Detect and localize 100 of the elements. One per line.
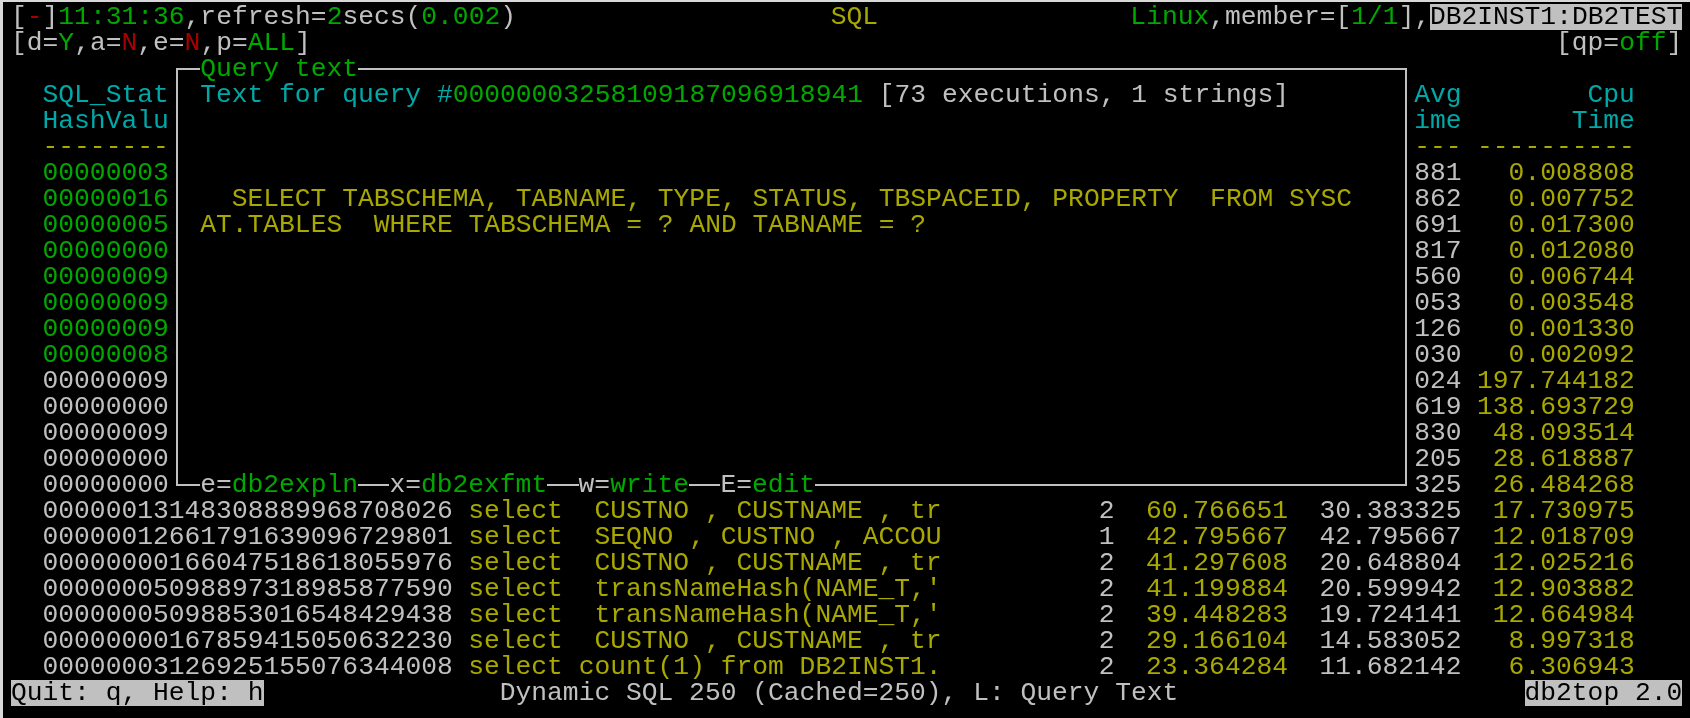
column-header: Time [1571,108,1635,134]
table-cell: 560 [1414,264,1462,290]
table-cell: 00000013148308889968708026 [42,498,453,524]
column-header: Cpu [1587,82,1635,108]
table-cell: 691 [1414,212,1462,238]
column-header: Avg [1414,82,1462,108]
table-cell: 20.648804 [1319,550,1462,576]
table-cell: 20.599942 [1319,576,1462,602]
table-cell: 00000012661791639096729801 [42,524,453,550]
column-header: HashValu [42,108,169,134]
table-cell: 12.025216 [1492,550,1635,576]
table-cell: 00000005098897318985877590 [42,576,453,602]
table-cell: 00000005 [42,212,169,238]
query-text: SELECT TABSCHEMA, TABNAME, TYPE, STATUS, TBSPACEID, PROPERTY FROM SYSC [231,186,1353,212]
status-text: [-]11:31:36,refresh=2secs(0.002) [11,4,516,30]
table-cell: 12.664984 [1492,602,1635,628]
table-cell: 138.693729 [1477,394,1635,420]
table-cell: 12.903882 [1492,576,1635,602]
table-cell: 23.364284 [1146,654,1288,680]
table-cell: 00000009 [42,290,169,316]
table-cell: 42.795667 [1319,524,1462,550]
table-cell: 26.484268 [1492,472,1635,498]
table-cell: 11.682142 [1319,654,1462,680]
table-cell: 2 [1098,550,1115,576]
table-cell: 14.583052 [1319,628,1462,654]
table-cell: 126 [1414,316,1462,342]
table-cell: 41.199884 [1146,576,1288,602]
table-cell: 0.007752 [1508,186,1635,212]
table-cell: 00000008 [42,342,169,368]
table-cell: select count(1) from DB2INST1. [468,654,942,680]
table-cell: 197.744182 [1477,368,1635,394]
column-header: ime [1414,108,1462,134]
table-cell: select transNameHash(NAME_T,' [468,576,942,602]
table-cell: select CUSTNO , CUSTNAME , tr [468,498,942,524]
column-rule: --- [1414,134,1462,160]
key-hint: e=db2expln [200,472,358,498]
table-cell: 12.018709 [1492,524,1635,550]
table-cell: 881 [1414,160,1462,186]
table-cell: 0.003548 [1508,290,1635,316]
table-cell: 8.997318 [1508,628,1635,654]
table-cell: 00000003 [42,160,169,186]
table-cell: 39.448283 [1146,602,1288,628]
table-cell: 0.006744 [1508,264,1635,290]
table-cell: 28.618887 [1492,446,1635,472]
table-cell: 0.012080 [1508,238,1635,264]
column-rule: ---------- [1477,134,1635,160]
version-label: db2top 2.0 [1524,680,1683,706]
screen-title: SQL [830,4,879,30]
table-cell: 00000009 [42,316,169,342]
table-cell: select CUSTNO , CUSTNAME , tr [468,550,942,576]
table-cell: 19.724141 [1319,602,1462,628]
status-message: Dynamic SQL 250 (Cached=250), L: Query Text [499,680,1178,706]
table-cell: 00000000 [42,238,169,264]
table-cell: 862 [1414,186,1462,212]
table-cell: 00000009 [42,368,169,394]
table-cell: 830 [1414,420,1462,446]
table-cell: 817 [1414,238,1462,264]
table-cell: 17.730975 [1492,498,1635,524]
table-cell: 00000000 [42,394,169,420]
table-cell: 29.166104 [1146,628,1288,654]
column-header: SQL_Stat [42,82,169,108]
table-cell: 00000000 [42,446,169,472]
table-cell: 619 [1414,394,1462,420]
table-cell: 42.795667 [1146,524,1288,550]
table-cell: 205 [1414,446,1462,472]
column-rule: -------- [42,134,169,160]
qp-text: [qp=off] [1556,30,1683,56]
table-cell: 60.766651 [1146,498,1288,524]
table-cell: 2 [1098,498,1115,524]
table-cell: 00000000167859415050632230 [42,628,453,654]
table-cell: 2 [1098,576,1115,602]
table-cell: 00000000166047518618055976 [42,550,453,576]
table-cell: 053 [1414,290,1462,316]
table-cell: 48.093514 [1492,420,1635,446]
table-cell: 0.002092 [1508,342,1635,368]
table-cell: 6.306943 [1508,654,1635,680]
table-cell: 00000005098853016548429438 [42,602,453,628]
host-text: Linux,member=[1/1], [1130,4,1430,30]
instance-label: DB2INST1:DB2TEST [1429,4,1683,30]
table-cell: 00000009 [42,420,169,446]
table-cell: 0.017300 [1508,212,1635,238]
table-cell: select transNameHash(NAME_T,' [468,602,942,628]
table-cell: 00000016 [42,186,169,212]
table-cell: 41.297608 [1146,550,1288,576]
table-cell: 00000003126925155076344008 [42,654,453,680]
table-cell: 2 [1098,602,1115,628]
table-cell: 30.383325 [1319,498,1462,524]
table-cell: 325 [1414,472,1462,498]
table-cell: 1 [1098,524,1115,550]
table-cell: 030 [1414,342,1462,368]
table-cell: 0.001330 [1508,316,1635,342]
table-cell: 00000000 [42,472,169,498]
dialog-title: Query text [200,56,358,82]
table-cell: 024 [1414,368,1462,394]
table-cell: 0.008808 [1508,160,1635,186]
help-hint: Quit: q, Help: h [11,680,264,706]
table-cell: select SEQNO , CUSTNO , ACCOU [468,524,942,550]
table-cell: 2 [1098,654,1115,680]
table-cell: 00000009 [42,264,169,290]
table-cell: 2 [1098,628,1115,654]
